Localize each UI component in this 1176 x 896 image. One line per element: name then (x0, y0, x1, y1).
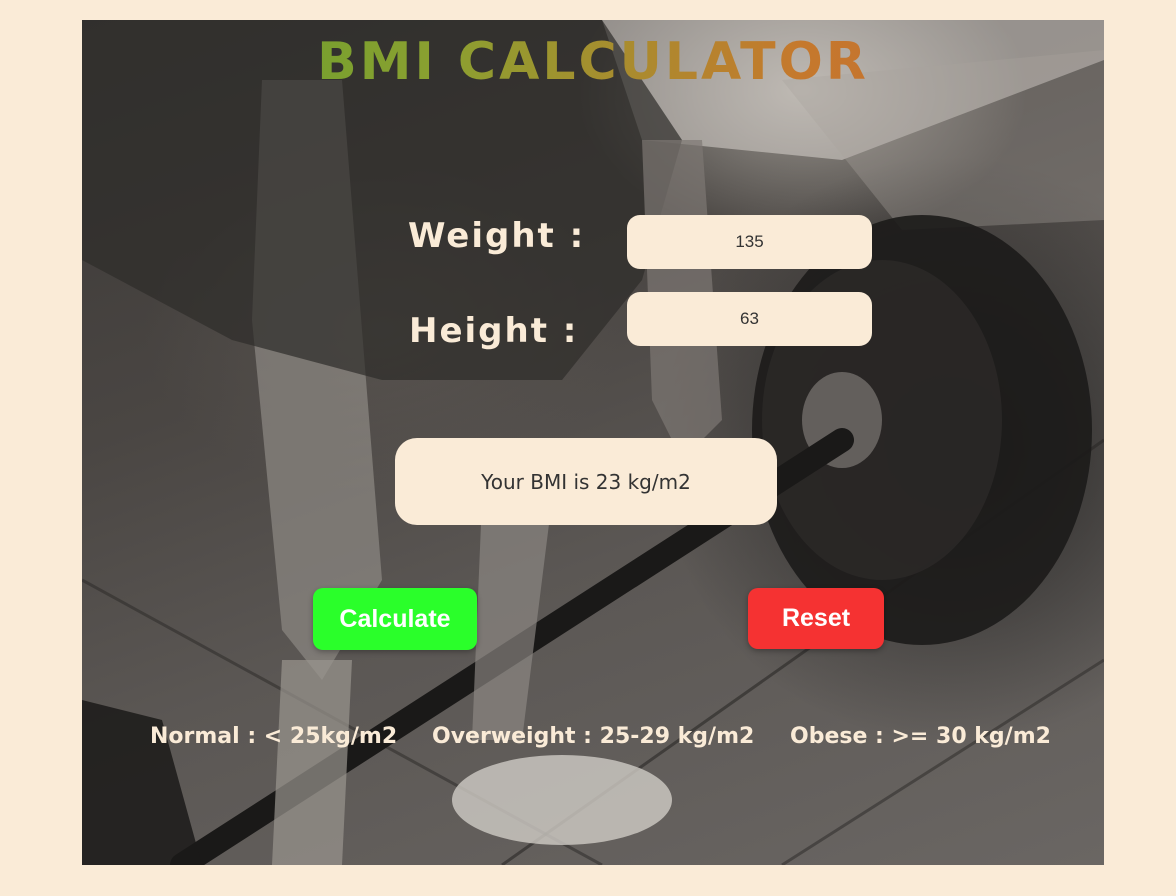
range-overweight: Overweight : 25-29 kg/m2 (432, 724, 755, 749)
height-label: Height : (409, 311, 579, 351)
bmi-result-box: Your BMI is 23 kg/m2 (395, 438, 777, 525)
range-obese: Obese : >= 30 kg/m2 (790, 724, 1051, 749)
calculator-card: BMI CALCULATOR Weight : Height : Your BM… (82, 20, 1104, 865)
bmi-result-text: Your BMI is 23 kg/m2 (481, 469, 691, 494)
weight-label: Weight : (408, 216, 586, 256)
bmi-ranges: Normal : < 25kg/m2 Overweight : 25-29 kg… (82, 724, 1104, 760)
range-normal: Normal : < 25kg/m2 (150, 724, 398, 749)
reset-button[interactable]: Reset (748, 588, 884, 649)
weight-input[interactable] (627, 215, 872, 269)
calculate-button[interactable]: Calculate (313, 588, 477, 650)
page-title: BMI CALCULATOR (82, 32, 1104, 92)
height-input[interactable] (627, 292, 872, 346)
